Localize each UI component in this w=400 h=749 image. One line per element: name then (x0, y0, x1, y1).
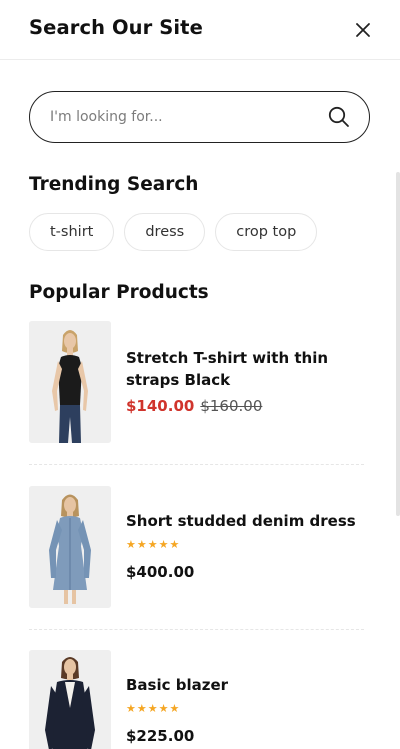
star-icon: ★ (147, 702, 158, 715)
search-button[interactable] (327, 105, 351, 129)
trending-search-title: Trending Search (29, 174, 199, 195)
price-row: $140.00 $160.00 (126, 397, 328, 415)
close-icon (356, 23, 370, 37)
star-icon: ★ (169, 702, 180, 715)
star-icon: ★ (158, 702, 169, 715)
trending-tags: t-shirt dress crop top (29, 213, 318, 251)
product-item[interactable]: Stretch T-shirt with thin straps Black $… (29, 321, 364, 443)
price: $225.00 (126, 727, 195, 745)
product-image[interactable] (29, 486, 111, 608)
star-icon: ★ (169, 538, 180, 551)
divider (29, 629, 364, 630)
search-drawer-header: Search Our Site (0, 0, 400, 60)
product-image[interactable] (29, 321, 111, 443)
rating-stars: ★ ★ ★ ★ ★ (126, 703, 228, 714)
product-name-line-2[interactable]: straps Black (126, 369, 328, 391)
search-icon (328, 106, 349, 127)
tag-dress[interactable]: dress (124, 213, 206, 251)
rating-stars: ★ ★ ★ ★ ★ (126, 539, 356, 550)
product-name[interactable]: Stretch T-shirt with thin (126, 347, 328, 369)
tag-crop-top[interactable]: crop top (215, 213, 318, 251)
tag-t-shirt[interactable]: t-shirt (29, 213, 115, 251)
product-item[interactable]: Short studded denim dress ★ ★ ★ ★ ★ $400… (29, 486, 364, 608)
star-icon: ★ (126, 538, 136, 551)
star-icon: ★ (136, 538, 147, 551)
popular-products-title: Popular Products (29, 282, 209, 303)
product-image[interactable] (29, 650, 111, 749)
product-info: Short studded denim dress ★ ★ ★ ★ ★ $400… (126, 510, 356, 581)
drawer-title: Search Our Site (29, 16, 203, 39)
star-icon: ★ (136, 702, 147, 715)
close-button[interactable] (350, 17, 376, 43)
product-info: Basic blazer ★ ★ ★ ★ ★ $225.00 (126, 674, 228, 745)
product-name[interactable]: Short studded denim dress (126, 510, 356, 532)
search-input[interactable] (50, 92, 320, 142)
original-price: $160.00 (200, 397, 263, 415)
divider (29, 464, 364, 465)
price: $400.00 (126, 563, 195, 581)
scrollbar[interactable] (396, 172, 400, 516)
product-info: Stretch T-shirt with thin straps Black $… (126, 347, 328, 415)
star-icon: ★ (158, 538, 169, 551)
product-item[interactable]: Basic blazer ★ ★ ★ ★ ★ $225.00 (29, 650, 364, 749)
search-box (29, 91, 370, 143)
sale-price: $140.00 (126, 397, 195, 415)
star-icon: ★ (147, 538, 158, 551)
product-name[interactable]: Basic blazer (126, 674, 228, 696)
star-icon: ★ (126, 702, 136, 715)
